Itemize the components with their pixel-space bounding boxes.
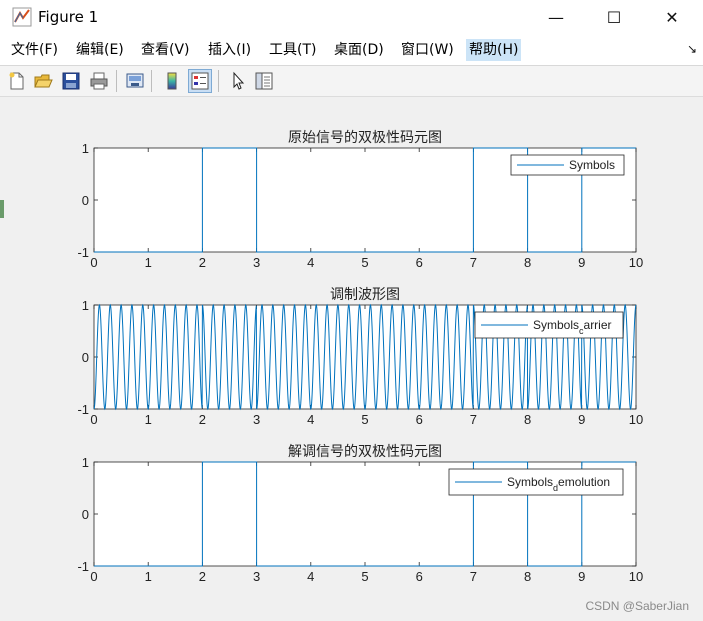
legend-label: Symbols xyxy=(569,158,615,172)
save-button[interactable] xyxy=(59,69,83,93)
y-tick-label: -1 xyxy=(77,245,89,260)
select-arrow-button[interactable] xyxy=(226,69,250,93)
x-tick-label: 1 xyxy=(145,255,152,270)
x-tick-label: 0 xyxy=(90,412,97,427)
minimize-button[interactable]: — xyxy=(527,0,585,34)
menu-help[interactable]: 帮助(H) xyxy=(466,39,522,61)
window-title: Figure 1 xyxy=(38,8,99,26)
figure-canvas: 原始信号的双极性码元图 0 1 2 3 4 5 6 7 8 9 10 1 0 -1 Symbols 调制波形图 0… xyxy=(5,97,703,621)
x-tick-label: 1 xyxy=(145,569,152,584)
x-tick-label: 8 xyxy=(524,412,531,427)
x-tick-label: 3 xyxy=(253,412,260,427)
new-figure-icon xyxy=(9,72,24,90)
dock-arrow-icon[interactable]: ↘ xyxy=(687,42,697,56)
plot-title: 解调信号的双极性码元图 xyxy=(288,444,442,460)
save-icon xyxy=(62,72,80,90)
x-tick-label: 5 xyxy=(361,412,368,427)
menu-file[interactable]: 文件(F) xyxy=(8,39,61,61)
x-tick-label: 6 xyxy=(416,412,423,427)
toolbar xyxy=(0,66,703,97)
x-tick-label: 3 xyxy=(253,255,260,270)
x-tick-label: 9 xyxy=(578,255,585,270)
x-tick-label: 8 xyxy=(524,255,531,270)
x-tick-label: 6 xyxy=(416,255,423,270)
new-figure-button[interactable] xyxy=(5,69,29,93)
title-bar: Figure 1 — ☐ ✕ xyxy=(0,0,703,34)
property-inspector-icon xyxy=(255,72,273,90)
colorbar-icon xyxy=(167,72,177,90)
plot-title: 原始信号的双极性码元图 xyxy=(288,130,442,146)
menu-insert[interactable]: 插入(I) xyxy=(205,39,254,61)
y-tick-label: 1 xyxy=(82,141,89,156)
x-tick-label: 8 xyxy=(524,569,531,584)
matlab-logo-icon xyxy=(12,7,32,27)
y-tick-label: 1 xyxy=(82,455,89,470)
x-tick-label: 2 xyxy=(199,255,206,270)
menu-edit[interactable]: 编辑(E) xyxy=(73,39,127,61)
y-tick-label: -1 xyxy=(77,559,89,574)
y-tick-label: 1 xyxy=(82,298,89,313)
x-tick-label: 7 xyxy=(470,569,477,584)
print-button[interactable] xyxy=(87,69,111,93)
y-tick-label: -1 xyxy=(77,402,89,417)
menu-tools[interactable]: 工具(T) xyxy=(266,39,319,61)
close-icon: ✕ xyxy=(665,7,679,27)
plot-title: 调制波形图 xyxy=(330,287,400,303)
link-plot-button[interactable] xyxy=(123,69,147,93)
toolbar-separator xyxy=(218,70,219,92)
x-tick-label: 5 xyxy=(361,569,368,584)
x-tick-label: 1 xyxy=(145,412,152,427)
x-tick-label: 7 xyxy=(470,255,477,270)
y-tick-label: 0 xyxy=(82,507,89,522)
x-tick-label: 4 xyxy=(307,569,314,584)
y-tick-label: 0 xyxy=(82,193,89,208)
x-tick-label: 10 xyxy=(629,569,643,584)
toolbar-separator xyxy=(116,70,117,92)
window-edge xyxy=(0,200,4,218)
x-tick-label: 4 xyxy=(307,412,314,427)
x-tick-label: 10 xyxy=(629,412,643,427)
x-tick-label: 3 xyxy=(253,569,260,584)
x-tick-label: 5 xyxy=(361,255,368,270)
property-inspector-button[interactable] xyxy=(252,69,276,93)
toolbar-separator xyxy=(151,70,152,92)
legend-icon xyxy=(191,72,209,90)
x-tick-label: 2 xyxy=(199,412,206,427)
x-tick-label: 6 xyxy=(416,569,423,584)
x-tick-label: 9 xyxy=(578,569,585,584)
x-tick-label: 0 xyxy=(90,569,97,584)
x-tick-label: 7 xyxy=(470,412,477,427)
menu-window[interactable]: 窗口(W) xyxy=(398,39,457,61)
menu-bar: 文件(F) 编辑(E) 查看(V) 插入(I) 工具(T) 桌面(D) 窗口(W… xyxy=(0,34,703,66)
y-tick-label: 0 xyxy=(82,350,89,365)
x-tick-label: 9 xyxy=(578,412,585,427)
select-arrow-icon xyxy=(233,71,245,90)
x-tick-label: 2 xyxy=(199,569,206,584)
figure-plots: 原始信号的双极性码元图0 1 2 3 4 5 6 7 8 9 1010-1Symbols调制波形图0… xyxy=(77,130,643,584)
open-file-icon xyxy=(34,74,53,88)
x-tick-label: 10 xyxy=(629,255,643,270)
watermark: CSDN @SaberJian xyxy=(585,599,689,613)
maximize-icon: ☐ xyxy=(606,7,622,27)
close-button[interactable]: ✕ xyxy=(643,0,701,34)
legend-button[interactable] xyxy=(188,69,212,93)
x-tick-label: 4 xyxy=(307,255,314,270)
menu-desktop[interactable]: 桌面(D) xyxy=(331,39,387,61)
open-file-button[interactable] xyxy=(31,69,55,93)
colorbar-button[interactable] xyxy=(160,69,184,93)
x-tick-label: 0 xyxy=(90,255,97,270)
print-icon xyxy=(90,72,108,90)
minimize-icon: — xyxy=(548,7,564,27)
menu-view[interactable]: 查看(V) xyxy=(138,39,193,61)
maximize-button[interactable]: ☐ xyxy=(585,0,643,34)
link-plot-icon xyxy=(126,73,144,88)
